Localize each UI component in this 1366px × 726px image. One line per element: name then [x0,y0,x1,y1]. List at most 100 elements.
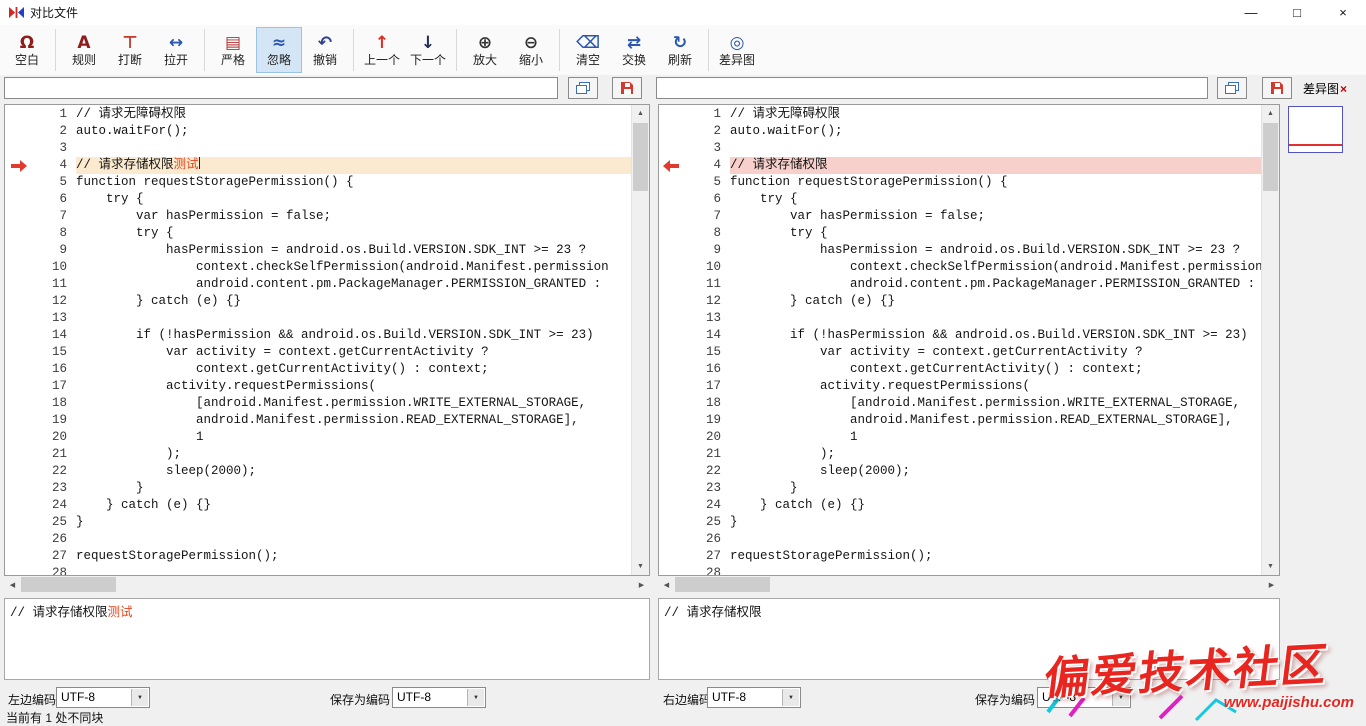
combo-arrow-icon[interactable]: ▼ [131,689,148,706]
code-text: hasPermission = android.os.Build.VERSION… [76,242,632,259]
toolbar-button-diff-map[interactable]: ◎差异图 [714,27,760,73]
right-code-line: 27requestStoragePermission(); [659,548,1262,565]
scroll-down-icon[interactable]: ▼ [1262,558,1279,575]
right-save-encoding-select[interactable]: UTF-8 ▼ [1037,687,1131,708]
left-code-area[interactable]: 1// 请求无障碍权限2auto.waitFor();34// 请求存储权限测试… [5,105,632,575]
code-text: sleep(2000); [730,463,1262,480]
line-number: 21 [659,446,730,463]
window-title: 对比文件 [30,4,78,21]
left-browse-button[interactable] [568,77,598,99]
right-vertical-scrollbar[interactable]: ▲ ▼ [1261,105,1279,575]
diffmap-close-icon[interactable]: × [1340,82,1347,96]
close-button[interactable]: × [1320,0,1366,25]
line-number: 18 [5,395,76,412]
line-number: 1 [5,106,76,123]
toolbar-button-clear[interactable]: ⌫清空 [565,27,611,73]
left-code-line: 28 [5,565,632,575]
line-number: 1 [659,106,730,123]
line-number: 9 [5,242,76,259]
toolbar-button-ignore[interactable]: ≈忽略 [256,27,302,73]
code-text: context.getCurrentActivity() : context; [730,361,1262,378]
right-code-line: 13 [659,310,1262,327]
toolbar-label-break: 打断 [118,53,142,67]
scroll-right-icon[interactable]: ▶ [1263,576,1280,593]
scroll-left-icon[interactable]: ◀ [4,576,21,593]
left-code-line: 16 context.getCurrentActivity() : contex… [5,361,632,378]
diffmap-header: 差异图× [1286,80,1364,97]
scroll-right-icon[interactable]: ▶ [633,576,650,593]
left-code-line: 14 if (!hasPermission && android.os.Buil… [5,327,632,344]
right-code-line: 28 [659,565,1262,575]
left-file-path-input[interactable] [4,77,558,99]
scroll-left-icon[interactable]: ◀ [658,576,675,593]
right-hscroll-thumb[interactable] [675,577,770,592]
combo-arrow-icon[interactable]: ▼ [1112,689,1129,706]
toolbar-button-strict[interactable]: ▤严格 [210,27,256,73]
left-vertical-scrollbar[interactable]: ▲ ▼ [631,105,649,575]
code-text: 1 [76,429,632,446]
save-icon [1270,81,1284,95]
right-code-pane[interactable]: 1// 请求无障碍权限2auto.waitFor();34// 请求存储权限5f… [658,104,1280,576]
left-code-line: 25} [5,514,632,531]
toolbar-button-next-diff[interactable]: ↓下一个 [405,27,451,73]
toolbar-label-prev-diff: 上一个 [364,53,400,67]
code-text: try { [76,225,632,242]
code-text: android.Manifest.permission.READ_EXTERNA… [76,412,632,429]
right-encoding-select[interactable]: UTF-8 ▼ [707,687,801,708]
left-code-line: 21 ); [5,446,632,463]
scroll-up-icon[interactable]: ▲ [632,105,649,122]
left-horizontal-scrollbar[interactable]: ◀ ▶ [4,576,650,593]
line-number: 14 [659,327,730,344]
code-text: hasPermission = android.os.Build.VERSION… [730,242,1262,259]
toolbar-button-zoom-in[interactable]: ⊕放大 [462,27,508,73]
toolbar-label-swap: 交换 [622,53,646,67]
toolbar-label-next-diff: 下一个 [410,53,446,67]
code-text: } [730,480,1262,497]
minimize-button[interactable]: — [1228,0,1274,25]
right-code-line: 4// 请求存储权限 [659,157,1262,174]
left-save-encoding-select[interactable]: UTF-8 ▼ [392,687,486,708]
left-vscroll-thumb[interactable] [633,123,648,191]
toolbar-button-blank[interactable]: Ω空白 [4,27,50,73]
toolbar-button-expand[interactable]: ↔拉开 [153,27,199,73]
toolbar-button-undo[interactable]: ↶撤销 [302,27,348,73]
right-browse-button[interactable] [1217,77,1247,99]
toolbar-separator [708,29,709,71]
left-code-line: 1// 请求无障碍权限 [5,106,632,123]
toolbar-label-zoom-out: 缩小 [519,53,543,67]
left-encoding-select[interactable]: UTF-8 ▼ [56,687,150,708]
left-code-line: 9 hasPermission = android.os.Build.VERSI… [5,242,632,259]
right-file-path-input[interactable] [656,77,1208,99]
toolbar-button-refresh[interactable]: ↻刷新 [657,27,703,73]
code-text [76,310,632,327]
toolbar-button-prev-diff[interactable]: ↑上一个 [359,27,405,73]
left-code-pane[interactable]: 1// 请求无障碍权限2auto.waitFor();34// 请求存储权限测试… [4,104,650,576]
diffmap-overview[interactable] [1288,106,1343,153]
left-hscroll-thumb[interactable] [21,577,116,592]
toolbar: Ω空白A规则⊤打断↔拉开▤严格≈忽略↶撤销↑上一个↓下一个⊕放大⊖缩小⌫清空⇄交… [0,25,1366,75]
toolbar-button-zoom-out[interactable]: ⊖缩小 [508,27,554,73]
maximize-button[interactable]: □ [1274,0,1320,25]
toolbar-button-break[interactable]: ⊤打断 [107,27,153,73]
line-number: 24 [659,497,730,514]
line-number: 26 [659,531,730,548]
combo-arrow-icon[interactable]: ▼ [467,689,484,706]
scroll-up-icon[interactable]: ▲ [1262,105,1279,122]
right-code-area[interactable]: 1// 请求无障碍权限2auto.waitFor();34// 请求存储权限5f… [659,105,1262,575]
line-number: 16 [659,361,730,378]
right-diff-preview[interactable]: // 请求存储权限 [658,598,1280,680]
left-diff-preview[interactable]: // 请求存储权限测试 [4,598,650,680]
line-number: 15 [659,344,730,361]
scroll-down-icon[interactable]: ▼ [632,558,649,575]
toolbar-button-swap[interactable]: ⇄交换 [611,27,657,73]
right-horizontal-scrollbar[interactable]: ◀ ▶ [658,576,1280,593]
code-text [730,531,1262,548]
right-vscroll-thumb[interactable] [1263,123,1278,191]
toolbar-separator [55,29,56,71]
combo-arrow-icon[interactable]: ▼ [782,689,799,706]
line-number: 19 [5,412,76,429]
toolbar-button-rules[interactable]: A规则 [61,27,107,73]
left-save-button[interactable] [612,77,642,99]
line-number: 3 [659,140,730,157]
strict-icon: ▤ [225,34,241,53]
